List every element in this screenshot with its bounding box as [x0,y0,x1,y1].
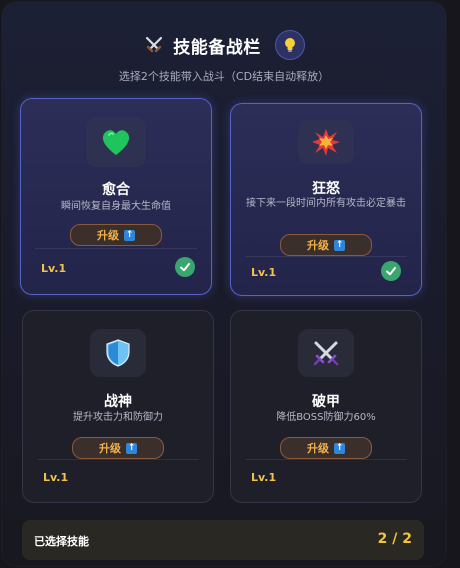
skill-level: Lv.1 [251,471,277,484]
skill-description: 降低BOSS防御力60% [276,412,376,423]
skill-card-heal[interactable]: 愈合 瞬间恢复自身最大生命值 升级 ↑ Lv.1 [20,98,212,295]
skill-name: 战神 [104,394,132,410]
selected-skills-label: 已选择技能 [34,535,89,548]
skill-name: 愈合 [102,182,130,198]
hint-button[interactable] [274,30,305,60]
card-divider [37,459,199,460]
card-divider [245,256,407,257]
skill-card-war-god[interactable]: 战神 提升攻击力和防御力 升级 ↑ Lv.1 [22,310,214,503]
selected-skills-bar: 已选择技能 2 / 2 [22,520,424,560]
upgrade-button[interactable]: 升级 ↑ [70,224,162,246]
card-divider [35,248,197,249]
skill-card-armor-break[interactable]: 破甲 降低BOSS防御力60% 升级 ↑ Lv.1 [230,310,422,503]
arrow-up-icon: ↑ [334,442,345,454]
selected-skills-count: 2 / 2 [377,531,412,547]
page-subtitle: 选择2个技能带入战斗（CD结束自动释放） [118,70,330,83]
upgrade-label: 升级 [307,442,329,455]
page-title: 技能备战栏 [173,37,261,58]
arrow-up-icon: ↑ [334,239,345,251]
shield-icon [106,339,130,367]
skill-card-rage[interactable]: 狂怒 接下来一段时间内所有攻击必定暴击 升级 ↑ Lv.1 [230,103,422,296]
skill-level: Lv.1 [43,471,69,484]
panel-header: 技能备战栏 [2,28,446,62]
skill-icon-box [90,329,146,377]
crossed-swords-icon [313,341,339,366]
arrow-up-icon: ↑ [124,229,135,241]
upgrade-button[interactable]: 升级 ↑ [280,234,372,256]
skill-description: 提升攻击力和防御力 [73,412,163,423]
explosion-icon [312,129,340,156]
check-icon [175,257,195,277]
lightbulb-icon [284,38,295,52]
skill-name: 狂怒 [312,181,340,197]
upgrade-label: 升级 [97,229,119,242]
skill-icon-box [298,329,354,377]
skill-level: Lv.1 [251,266,277,279]
upgrade-button[interactable]: 升级 ↑ [280,437,372,459]
card-divider [245,459,407,460]
skill-description: 瞬间恢复自身最大生命值 [61,201,171,212]
skill-icon-box [298,120,354,164]
crossed-swords-icon [143,34,165,56]
arrow-up-icon: ↑ [126,442,137,454]
skill-icon-box [86,117,146,167]
skill-description: 接下来一段时间内所有攻击必定暴击 [246,198,406,209]
skill-loadout-panel: 技能备战栏 选择2个技能带入战斗（CD结束自动释放） 愈合 瞬间恢复自身最大生命… [2,2,446,566]
upgrade-button[interactable]: 升级 ↑ [72,437,164,459]
upgrade-label: 升级 [99,442,121,455]
green-heart-icon [102,130,130,155]
check-icon [381,261,401,281]
skill-name: 破甲 [312,394,340,410]
skill-level: Lv.1 [41,262,67,275]
upgrade-label: 升级 [307,239,329,252]
